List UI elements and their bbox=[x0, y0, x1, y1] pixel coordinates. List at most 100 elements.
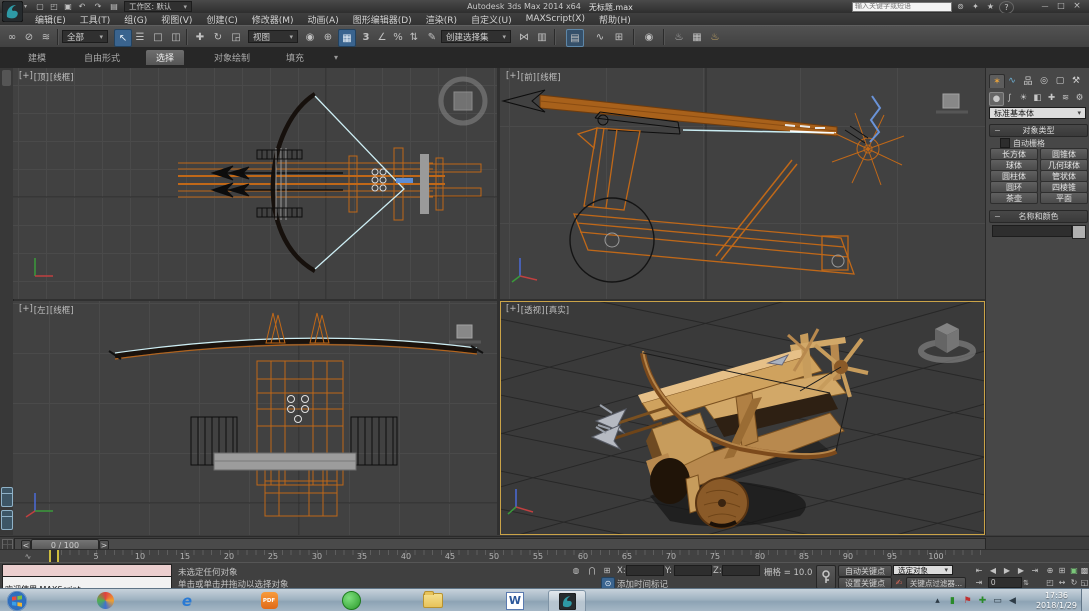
selection-filter-dropdown[interactable]: 全部 ▾ bbox=[62, 30, 108, 43]
object-color-swatch[interactable] bbox=[1072, 225, 1086, 239]
autogrid-checkbox[interactable] bbox=[1000, 138, 1010, 148]
tray-network-icon[interactable]: ▭ bbox=[991, 594, 1004, 607]
mirror-icon[interactable]: ⋈ bbox=[516, 29, 532, 45]
tab-motion[interactable]: ◎ bbox=[1037, 74, 1051, 87]
app-logo-icon[interactable] bbox=[2, 1, 23, 22]
object-name-field[interactable] bbox=[992, 225, 1072, 237]
taskbar-internet-explorer-icon[interactable]: e bbox=[172, 590, 202, 611]
viewcube-perspective[interactable] bbox=[921, 323, 973, 360]
project-folder-icon[interactable]: ▤ bbox=[108, 1, 120, 12]
menu-views[interactable]: 视图(V) bbox=[154, 13, 199, 26]
select-object-icon[interactable]: ↖ bbox=[114, 29, 132, 47]
toggle-key-mode-button[interactable] bbox=[816, 565, 836, 589]
zoom-extents-icon[interactable]: ▣ bbox=[1068, 565, 1080, 576]
zoom-region-icon[interactable]: ◰ bbox=[1044, 577, 1056, 588]
menu-maxscript[interactable]: MAXScript(X) bbox=[519, 14, 592, 24]
select-and-move-icon[interactable]: ✚ bbox=[192, 29, 208, 45]
rollout-name-color[interactable]: − 名称和颜色 bbox=[989, 210, 1088, 223]
viewport-view-button[interactable]: [前] bbox=[521, 71, 536, 83]
menu-tools[interactable]: 工具(T) bbox=[73, 13, 118, 26]
auto-key-button[interactable]: 自动关键点 bbox=[838, 565, 892, 577]
show-desktop-button[interactable] bbox=[1081, 589, 1089, 611]
track-bar[interactable]: ∿ 5 10 15 20 25 30 35 40 45 50 55 60 65 … bbox=[0, 549, 1089, 563]
render-production-icon[interactable]: ♨ bbox=[707, 29, 723, 45]
menu-customize[interactable]: 自定义(U) bbox=[464, 13, 519, 26]
primitive-category-dropdown[interactable]: 标准基本体 ▾ bbox=[989, 107, 1086, 119]
frame-spinner[interactable]: ⇅ bbox=[1020, 577, 1032, 588]
spinner-snap-icon[interactable]: ⇅ bbox=[406, 29, 422, 45]
open-mini-curve-editor-icon[interactable]: ∿ bbox=[22, 551, 34, 562]
viewport-view-button[interactable]: [顶] bbox=[34, 71, 49, 83]
zoom-extents-all-icon[interactable]: ▩ bbox=[1080, 565, 1089, 576]
go-to-end-button[interactable]: ⇥ bbox=[1029, 565, 1041, 576]
menu-help[interactable]: 帮助(H) bbox=[592, 13, 638, 26]
tray-show-hidden-icons[interactable]: ▴ bbox=[931, 594, 944, 607]
next-frame-button[interactable]: ▶ bbox=[1015, 565, 1027, 576]
zoom-all-icon[interactable]: ⊞ bbox=[1056, 565, 1068, 576]
button-plane[interactable]: 平面 bbox=[1040, 192, 1088, 204]
window-crossing-icon[interactable]: ◫ bbox=[168, 29, 184, 45]
viewport-perspective[interactable]: [+] [透视] [真实] bbox=[500, 301, 985, 535]
selection-lock-icon[interactable]: ⋂ bbox=[586, 565, 598, 576]
viewport-menu-button[interactable]: [+] bbox=[19, 71, 33, 83]
current-frame-field[interactable] bbox=[988, 577, 1022, 588]
select-and-manipulate-icon[interactable]: ⊕ bbox=[320, 29, 336, 45]
close-button[interactable]: × bbox=[1070, 0, 1084, 11]
viewport-menu-button[interactable]: [+] bbox=[506, 71, 520, 83]
y-coord-field[interactable] bbox=[674, 565, 712, 576]
taskbar-word-icon[interactable]: W bbox=[500, 590, 530, 611]
reference-coordinate-dropdown[interactable]: 视图 ▾ bbox=[248, 30, 298, 43]
undo-icon[interactable]: ↶ bbox=[76, 1, 88, 12]
viewport-view-button[interactable]: [左] bbox=[34, 304, 49, 316]
viewport-view-button[interactable]: [透视] bbox=[521, 304, 545, 316]
viewport-menu-button[interactable]: [+] bbox=[506, 304, 520, 316]
select-and-rotate-icon[interactable]: ↻ bbox=[210, 29, 226, 45]
viewport-shading-button[interactable]: [真实] bbox=[545, 304, 569, 316]
taskbar-pdf-app-icon[interactable]: PDF bbox=[254, 590, 284, 611]
ribbon-tab-object-paint[interactable]: 对象绘制 bbox=[204, 50, 260, 65]
redo-icon[interactable]: ↷ bbox=[92, 1, 104, 12]
layout-bar-grip[interactable] bbox=[2, 70, 11, 86]
viewport-shading-button[interactable]: [线框] bbox=[50, 304, 74, 316]
subtab-lights[interactable]: ☀ bbox=[1017, 92, 1030, 104]
select-and-link-icon[interactable]: ∞ bbox=[4, 29, 20, 45]
workspace-dropdown[interactable]: 工作区: 默认 ▾ bbox=[124, 1, 192, 12]
restore-button[interactable]: □ bbox=[1054, 0, 1068, 11]
taskbar-app-swirl-icon[interactable] bbox=[90, 590, 120, 611]
key-mode-dropdown[interactable]: 选定对象 ▾ bbox=[893, 565, 953, 575]
tab-utilities[interactable]: ⚒ bbox=[1069, 74, 1083, 87]
menu-create[interactable]: 创建(C) bbox=[199, 13, 244, 26]
schematic-view-icon[interactable]: ⊞ bbox=[611, 29, 627, 45]
ribbon-minimize-icon[interactable]: ▾ bbox=[330, 52, 342, 63]
tray-security-shield-icon[interactable]: ✚ bbox=[976, 594, 989, 607]
tab-create[interactable]: ✶ bbox=[989, 74, 1005, 88]
taskbar-green-app-icon[interactable] bbox=[336, 590, 366, 611]
infocenter-search-input[interactable] bbox=[852, 2, 952, 12]
key-filters-hand-icon[interactable]: ✍ bbox=[893, 577, 905, 588]
menu-rendering[interactable]: 渲染(R) bbox=[419, 13, 464, 26]
x-coord-field[interactable] bbox=[626, 565, 664, 576]
save-file-icon[interactable]: ▣ bbox=[62, 1, 74, 12]
menu-modifiers[interactable]: 修改器(M) bbox=[245, 13, 301, 26]
viewport-shading-button[interactable]: [线框] bbox=[537, 71, 561, 83]
go-to-start-button[interactable]: ⇤ bbox=[973, 565, 985, 576]
subtab-systems[interactable]: ⚙ bbox=[1073, 92, 1086, 104]
tab-hierarchy[interactable]: 品 bbox=[1021, 74, 1035, 87]
edit-named-sets-icon[interactable]: ✎ bbox=[424, 29, 440, 45]
viewcube-top[interactable] bbox=[441, 79, 485, 123]
play-animation-button[interactable]: ▶ bbox=[1001, 565, 1013, 576]
taskbar-clock[interactable]: 17:36 2018/1/29 bbox=[1036, 591, 1077, 610]
viewcube-front[interactable] bbox=[936, 94, 968, 112]
align-icon[interactable]: ▥ bbox=[534, 29, 550, 45]
tab-display[interactable]: ▢ bbox=[1053, 74, 1067, 87]
select-by-name-icon[interactable]: ☰ bbox=[132, 29, 148, 45]
minimize-button[interactable]: — bbox=[1038, 0, 1052, 11]
previous-frame-button[interactable]: ◀ bbox=[987, 565, 999, 576]
ribbon-tab-freeform[interactable]: 自由形式 bbox=[74, 50, 130, 65]
subtab-cameras[interactable]: ◧ bbox=[1031, 92, 1044, 104]
open-file-icon[interactable]: ◰ bbox=[48, 1, 60, 12]
snaps-toggle-icon[interactable]: 3 bbox=[358, 29, 374, 45]
taskbar-explorer-icon[interactable] bbox=[418, 590, 448, 611]
keyboard-shortcut-override-icon[interactable]: ▦ bbox=[338, 29, 356, 47]
manage-layers-icon[interactable]: ▤ bbox=[566, 29, 584, 47]
